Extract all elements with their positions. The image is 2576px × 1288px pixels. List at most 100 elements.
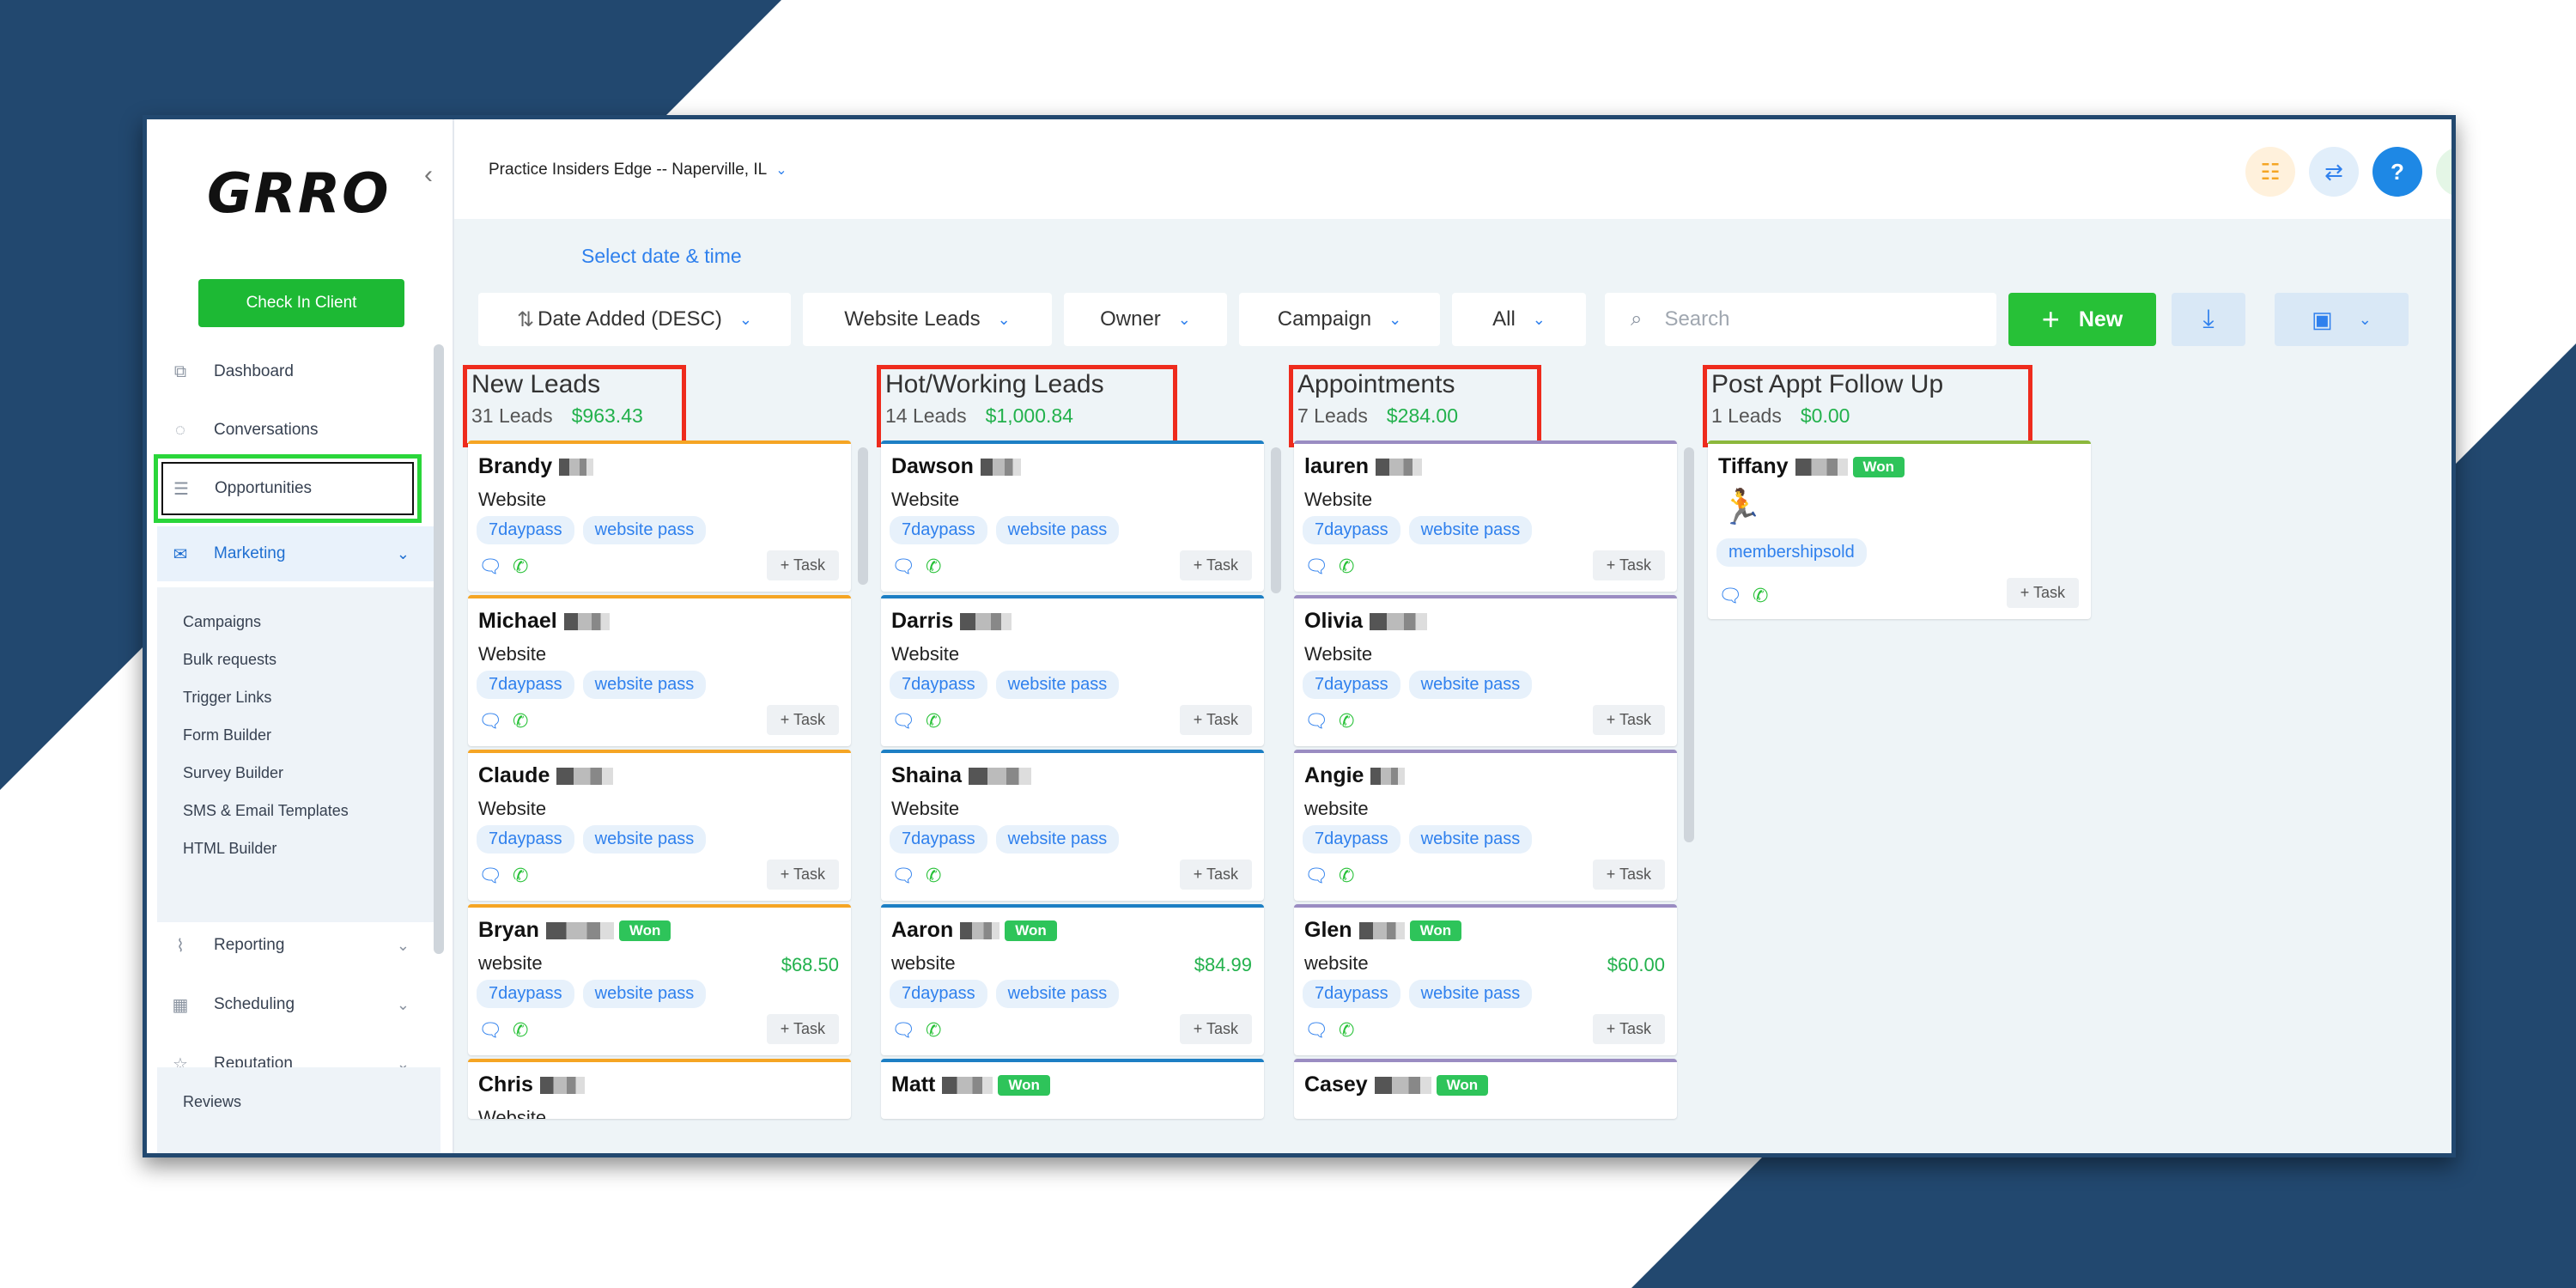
add-task-button[interactable]: + Task [766,1014,839,1044]
phone-icon[interactable]: ✆ [2436,147,2451,197]
submenu-item-trigger-links[interactable]: Trigger Links [183,689,271,707]
chat-icon[interactable]: 🗨 [891,710,915,732]
add-task-button[interactable]: + Task [1179,1014,1252,1044]
submenu-item-reviews[interactable]: Reviews [183,1093,241,1111]
submenu-item-form-builder[interactable]: Form Builder [183,726,271,744]
tag-chip[interactable]: 7daypass [1303,516,1400,544]
add-task-button[interactable]: + Task [1179,705,1252,735]
add-task-button[interactable]: + Task [2006,578,2079,608]
opportunity-card[interactable]: Aaron Won website $84.99 7daypass website pas… [881,904,1264,1055]
phone-icon[interactable]: ✆ [1339,710,1354,732]
chat-icon[interactable]: 🗨 [891,865,915,887]
chat-icon[interactable]: 🗨 [891,556,915,578]
tag-chip[interactable]: website pass [1408,980,1533,1008]
tag-chip[interactable]: membershipsold [1716,538,1867,567]
tag-chip[interactable]: website pass [995,825,1120,854]
phone-icon[interactable]: ✆ [513,710,528,732]
opportunity-card[interactable]: Olivia Website 7daypass website pass 🗨 ✆ + Tas… [1294,595,1677,746]
column-scrollbar[interactable] [1271,447,1281,593]
chat-icon[interactable]: 🗨 [478,1019,502,1042]
add-task-button[interactable]: + Task [766,860,839,890]
column-scrollbar[interactable] [1684,447,1694,842]
tag-chip[interactable]: website pass [1408,825,1533,854]
submenu-item-templates[interactable]: SMS & Email Templates [183,802,349,820]
switch-arrows-icon[interactable]: ⇄ [2309,147,2359,197]
view-toggle-button[interactable]: ▣ ⌄ [2275,293,2409,346]
sidebar-item-reporting[interactable]: ⌇ Reporting ⌄ [157,921,440,969]
opportunity-card[interactable]: Tiffany Won 🏃 membershipsold 🗨 ✆ + Task [1708,440,2091,619]
column-scrollbar[interactable] [858,447,868,585]
add-task-button[interactable]: + Task [1592,550,1665,580]
location-switcher[interactable]: Practice Insiders Edge -- Naperville, IL… [489,161,787,179]
tag-chip[interactable]: 7daypass [1303,671,1400,699]
phone-icon[interactable]: ✆ [1753,585,1768,607]
opportunity-card[interactable]: Glen Won website $60.00 7daypass website pass… [1294,904,1677,1055]
phone-icon[interactable]: ✆ [1339,1019,1354,1042]
opportunity-card[interactable]: Darris Website 7daypass website pass 🗨 ✆ + Tas… [881,595,1264,746]
chat-icon[interactable]: 🗨 [1304,865,1328,887]
date-time-select[interactable]: Select date & time [581,245,742,268]
tag-chip[interactable]: 7daypass [890,671,987,699]
opportunity-card[interactable]: MattWon7daypasswebsite pass🗨✆+ Task [881,1059,1264,1119]
phone-icon[interactable]: ✆ [926,865,941,887]
tag-chip[interactable]: 7daypass [890,516,987,544]
opportunity-card[interactable]: Michael Website 7daypass website pass 🗨 ✆ + Ta… [468,595,851,746]
phone-icon[interactable]: ✆ [926,710,941,732]
pipeline-dropdown[interactable]: Website Leads ⌄ [803,293,1052,346]
opportunity-card[interactable]: Shaina Website 7daypass website pass 🗨 ✆ + Tas… [881,750,1264,901]
chat-icon[interactable]: 🗨 [1304,556,1328,578]
owner-dropdown[interactable]: Owner ⌄ [1064,293,1227,346]
sort-dropdown[interactable]: ⇅ Date Added (DESC) ⌄ [478,293,791,346]
sidebar-item-opportunities[interactable]: ☰ Opportunities [154,454,422,523]
phone-icon[interactable]: ✆ [1339,865,1354,887]
sidebar-item-dashboard[interactable]: ⧉ Dashboard [157,348,440,396]
status-dropdown[interactable]: All ⌄ [1452,293,1586,346]
tag-chip[interactable]: 7daypass [890,825,987,854]
add-task-button[interactable]: + Task [766,705,839,735]
help-icon[interactable]: ? [2372,147,2422,197]
add-task-button[interactable]: + Task [1179,550,1252,580]
phone-icon[interactable]: ✆ [513,865,528,887]
submenu-item-bulk-requests[interactable]: Bulk requests [183,651,276,669]
opportunity-card[interactable]: Dawson Website 7daypass website pass 🗨 ✆ + Tas… [881,440,1264,592]
phone-icon[interactable]: ✆ [926,1019,941,1042]
tag-chip[interactable]: 7daypass [1303,980,1400,1008]
add-task-button[interactable]: + Task [1592,705,1665,735]
tag-chip[interactable]: website pass [582,671,707,699]
opportunity-card[interactable]: Brandy Website 7daypass website pass 🗨 ✆ + Tas… [468,440,851,592]
tag-chip[interactable]: 7daypass [1303,825,1400,854]
chat-icon[interactable]: 🗨 [1718,585,1742,607]
submenu-item-html-builder[interactable]: HTML Builder [183,840,276,858]
opportunity-card[interactable]: ChrisWebsite7daypasswebsite pass🗨✆+ Task [468,1059,851,1119]
submenu-item-survey-builder[interactable]: Survey Builder [183,764,283,782]
chat-icon[interactable]: 🗨 [1304,710,1328,732]
add-task-button[interactable]: + Task [1179,860,1252,890]
sidebar-item-scheduling[interactable]: ▦ Scheduling ⌄ [157,981,440,1029]
phone-icon[interactable]: ✆ [513,556,528,578]
tag-chip[interactable]: website pass [1408,671,1533,699]
add-task-button[interactable]: + Task [766,550,839,580]
opportunity-card[interactable]: Bryan Won website $68.50 7daypass website pas… [468,904,851,1055]
tag-chip[interactable]: website pass [995,671,1120,699]
tag-chip[interactable]: 7daypass [477,516,574,544]
phone-icon[interactable]: ✆ [513,1019,528,1042]
chat-icon[interactable]: 🗨 [478,710,502,732]
search-input[interactable]: ⌕ Search [1605,293,1996,346]
tag-chip[interactable]: website pass [582,516,707,544]
phone-icon[interactable]: ✆ [1339,556,1354,578]
tag-chip[interactable]: website pass [1408,516,1533,544]
tag-chip[interactable]: website pass [995,516,1120,544]
chat-icon[interactable]: 🗨 [891,1019,915,1042]
chat-icon[interactable]: 🗨 [478,556,502,578]
submenu-item-campaigns[interactable]: Campaigns [183,613,261,631]
sidebar-scrollbar[interactable] [434,344,444,954]
opportunity-card[interactable]: Angie website 7daypass website pass 🗨 ✆ + Task [1294,750,1677,901]
chat-icon[interactable]: 🗨 [1304,1019,1328,1042]
download-icon[interactable]: ⤓ [2172,293,2245,346]
sidebar-item-conversations[interactable]: ◌ Conversations [157,406,440,454]
check-in-client-button[interactable]: Check In Client [198,279,404,327]
chat-icon[interactable]: 🗨 [478,865,502,887]
phone-icon[interactable]: ✆ [926,556,941,578]
add-task-button[interactable]: + Task [1592,1014,1665,1044]
campaign-dropdown[interactable]: Campaign ⌄ [1239,293,1440,346]
